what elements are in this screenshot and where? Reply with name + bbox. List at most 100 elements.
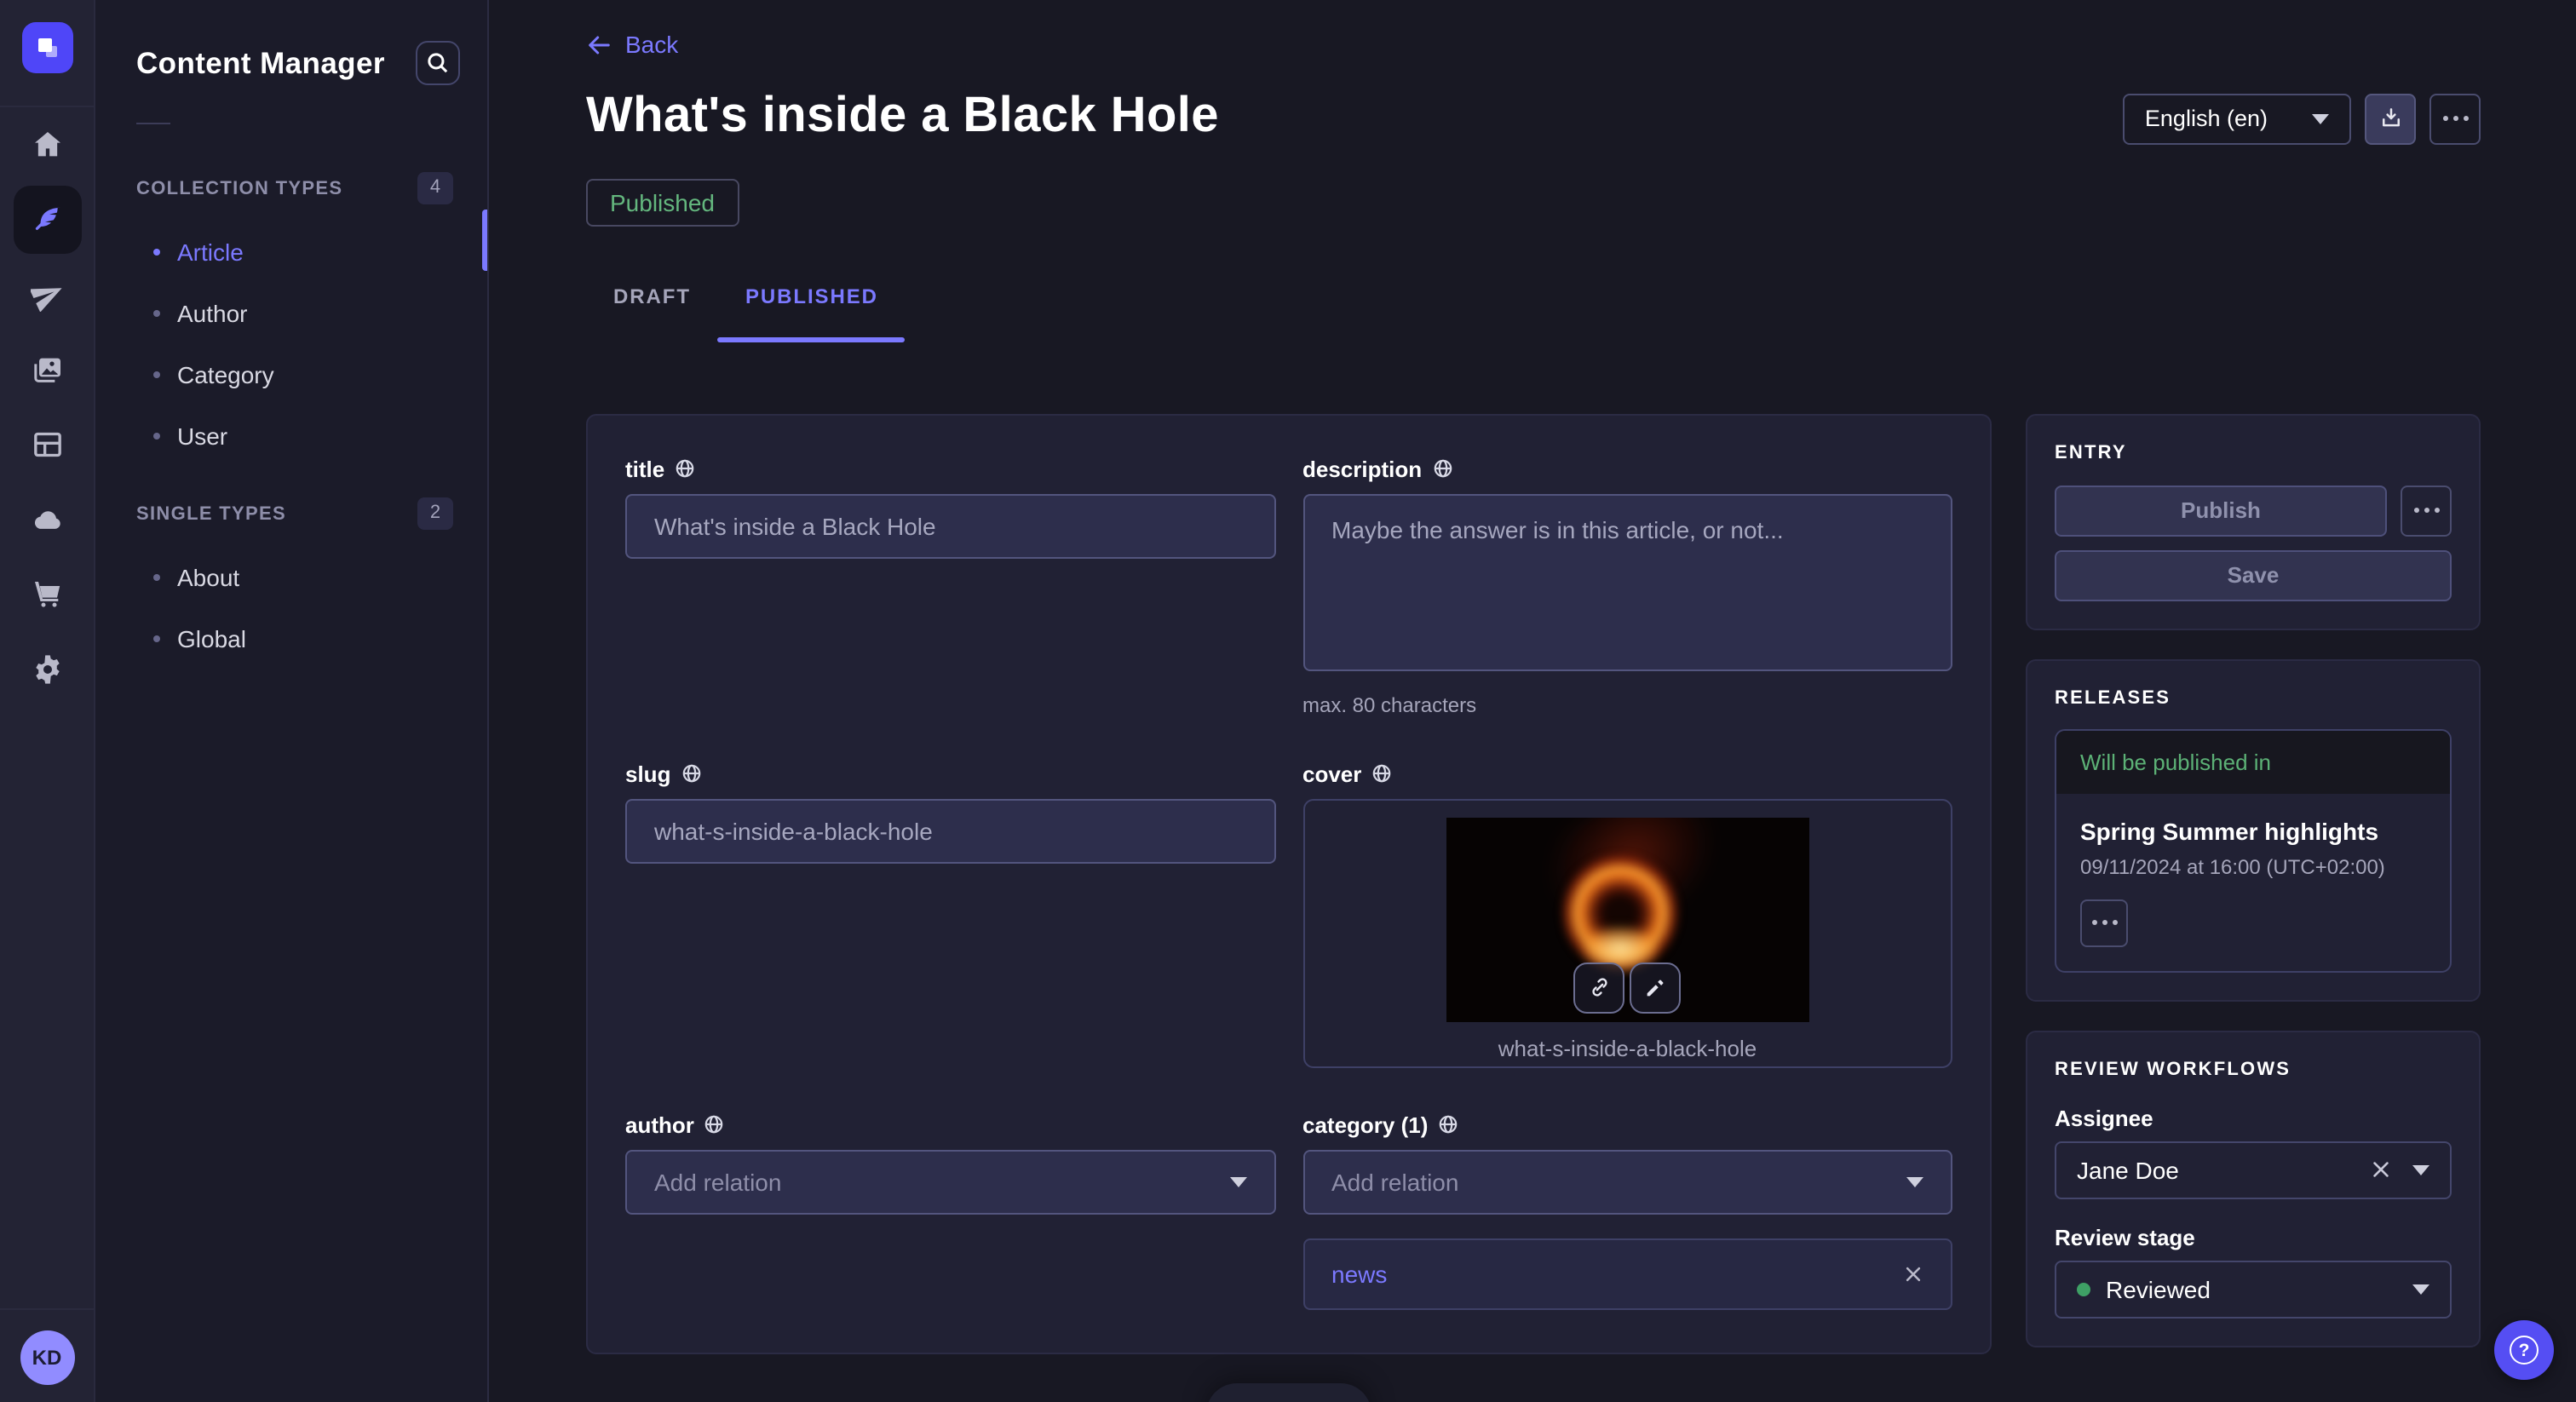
strapi-logo[interactable] <box>21 22 72 73</box>
stage-status-dot <box>2077 1282 2090 1296</box>
review-stage-select[interactable]: Reviewed <box>2055 1260 2452 1318</box>
assignee-select[interactable]: Jane Doe <box>2055 1141 2452 1198</box>
relation-link[interactable]: news <box>1331 1260 1387 1287</box>
save-button[interactable]: Save <box>2055 549 2452 600</box>
title-field-label: title <box>625 456 664 481</box>
strapi-admin-app: KD Content Manager COLLECTION TYPES 4 Ar… <box>0 0 2576 1402</box>
arrow-left-icon <box>586 32 612 57</box>
sidebar-item-author[interactable]: Author <box>95 283 487 344</box>
nav-bottom-divider <box>0 1308 94 1310</box>
active-item-indicator <box>482 210 487 271</box>
sidebar-item-user[interactable]: User <box>95 405 487 467</box>
subnav-divider <box>136 123 170 124</box>
entry-panel-title: ENTRY <box>2055 442 2452 463</box>
review-stage-label: Review stage <box>2055 1224 2452 1250</box>
add-component-button-clipped[interactable] <box>1206 1383 1371 1402</box>
bullet-icon <box>153 249 160 256</box>
stage-value: Reviewed <box>2106 1275 2211 1302</box>
publish-button[interactable]: Publish <box>2055 485 2387 536</box>
globe-icon <box>704 1114 725 1135</box>
question-mark-icon: ? <box>2510 1336 2539 1365</box>
release-more-button[interactable] <box>2080 899 2128 946</box>
user-avatar[interactable]: KD <box>20 1330 74 1385</box>
remove-relation-button[interactable] <box>1903 1263 1923 1284</box>
sidebar-item-label: About <box>177 564 239 591</box>
sidebar-item-label: Global <box>177 625 246 652</box>
sidebar-item-label: Author <box>177 300 248 327</box>
title-input[interactable] <box>625 493 1275 558</box>
cloud-icon[interactable] <box>13 486 81 554</box>
release-status: Will be published in <box>2056 730 2450 793</box>
close-icon <box>2370 1158 2392 1181</box>
bullet-icon <box>153 371 160 378</box>
release-date: 09/11/2024 at 16:00 (UTC+02:00) <box>2080 854 2426 878</box>
sidebar-item-article[interactable]: Article <box>95 221 487 283</box>
search-button[interactable] <box>416 41 460 85</box>
slug-input[interactable] <box>625 798 1275 863</box>
globe-icon <box>1432 458 1452 479</box>
description-field-label: description <box>1302 456 1422 481</box>
status-badge: Published <box>586 178 739 226</box>
help-button[interactable]: ? <box>2494 1320 2554 1380</box>
back-label: Back <box>625 31 678 58</box>
chevron-down-icon <box>2412 1164 2429 1175</box>
locale-select[interactable]: English (en) <box>2123 93 2351 144</box>
cover-media-card: what-s-inside-a-black-hole <box>1302 798 1952 1067</box>
home-icon[interactable] <box>13 111 81 179</box>
tab-draft[interactable]: DRAFT <box>586 284 718 307</box>
main-navigation: KD <box>0 0 95 1402</box>
review-panel-title: REVIEW WORKFLOWS <box>2055 1059 2452 1079</box>
content-manager-feather-icon[interactable] <box>13 186 81 254</box>
single-types-label: SINGLE TYPES <box>136 503 286 524</box>
page-title: What's inside a Black Hole <box>586 86 1219 144</box>
cover-image-black-hole <box>1446 817 1809 1021</box>
author-field-label: author <box>625 1112 694 1137</box>
sidebar-item-global[interactable]: Global <box>95 608 487 669</box>
copy-link-button[interactable] <box>1574 962 1625 1013</box>
sidebar-item-label: Article <box>177 238 244 266</box>
sidebar-item-category[interactable]: Category <box>95 344 487 405</box>
search-icon <box>426 51 450 75</box>
close-icon <box>1903 1263 1923 1284</box>
tab-published[interactable]: PUBLISHED <box>718 284 906 307</box>
right-rail: ENTRY Publish Save RELEASES Will be publ… <box>2026 413 2481 1353</box>
clear-assignee-button[interactable] <box>2370 1158 2392 1181</box>
releases-panel-title: RELEASES <box>2055 687 2452 708</box>
assignee-label: Assignee <box>2055 1105 2452 1130</box>
content-manager-subnav: Content Manager COLLECTION TYPES 4 Artic… <box>95 0 489 1402</box>
locale-value: English (en) <box>2145 106 2268 131</box>
entry-more-button[interactable] <box>2401 485 2452 536</box>
strapi-logo-icon <box>33 34 60 61</box>
link-icon <box>1587 974 1613 1000</box>
slug-field-label: slug <box>625 761 670 786</box>
entry-form-panel: title description Maybe the answer is in… <box>586 413 1992 1353</box>
category-placeholder: Add relation <box>1331 1168 1458 1195</box>
settings-gear-icon[interactable] <box>13 635 81 704</box>
bullet-icon <box>153 574 160 581</box>
globe-icon <box>675 458 695 479</box>
more-actions-button[interactable] <box>2429 93 2481 144</box>
sidebar-item-label: Category <box>177 361 274 388</box>
author-relation-select[interactable]: Add relation <box>625 1149 1275 1214</box>
paper-plane-icon[interactable] <box>13 261 81 329</box>
layout-icon[interactable] <box>13 411 81 479</box>
edit-media-button[interactable] <box>1630 962 1682 1013</box>
bullet-icon <box>153 433 160 440</box>
back-link[interactable]: Back <box>586 31 678 58</box>
sidebar-item-about[interactable]: About <box>95 547 487 608</box>
download-icon <box>2378 106 2403 131</box>
assignee-value: Jane Doe <box>2077 1156 2179 1183</box>
ellipsis-icon <box>2413 508 2439 513</box>
category-relation-select[interactable]: Add relation <box>1302 1149 1952 1214</box>
marketplace-cart-icon[interactable] <box>13 560 81 629</box>
media-library-icon[interactable] <box>13 336 81 404</box>
import-export-button[interactable] <box>2365 93 2416 144</box>
bullet-icon <box>153 635 160 642</box>
description-textarea[interactable]: Maybe the answer is in this article, or … <box>1302 493 1952 670</box>
ellipsis-icon <box>2091 920 2117 925</box>
chevron-down-icon <box>2412 1284 2429 1294</box>
collection-types-label: COLLECTION TYPES <box>136 178 342 198</box>
version-tabs: DRAFT PUBLISHED <box>586 284 2481 307</box>
release-card: Will be published in Spring Summer highl… <box>2055 728 2452 972</box>
main-content: Back What's inside a Black Hole English … <box>489 0 2576 1402</box>
